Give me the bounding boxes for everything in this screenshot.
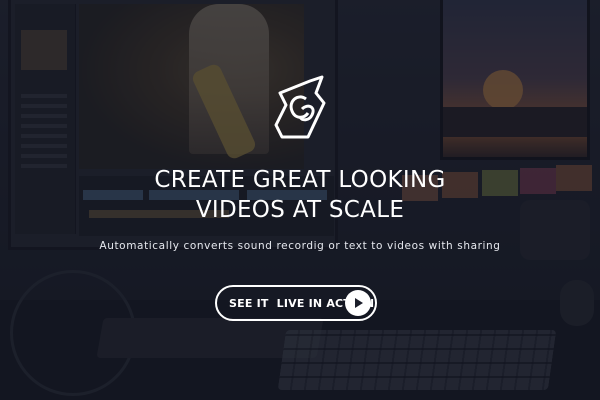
headline-line-2: VIDEOS AT SCALE — [195, 197, 405, 223]
hero-section: CREATE GREAT LOOKING VIDEOS AT SCALE Aut… — [0, 0, 600, 400]
see-it-live-button[interactable]: SEE IT LIVE IN ACTION — [215, 285, 377, 321]
stylized-cb-monogram-icon — [274, 75, 326, 139]
hero-subtitle: Automatically converts sound recordig or… — [99, 240, 501, 252]
hero-headline: CREATE GREAT LOOKING VIDEOS AT SCALE — [0, 165, 600, 225]
headline-line-1: CREATE GREAT LOOKING — [154, 167, 446, 193]
play-icon[interactable] — [345, 290, 371, 316]
